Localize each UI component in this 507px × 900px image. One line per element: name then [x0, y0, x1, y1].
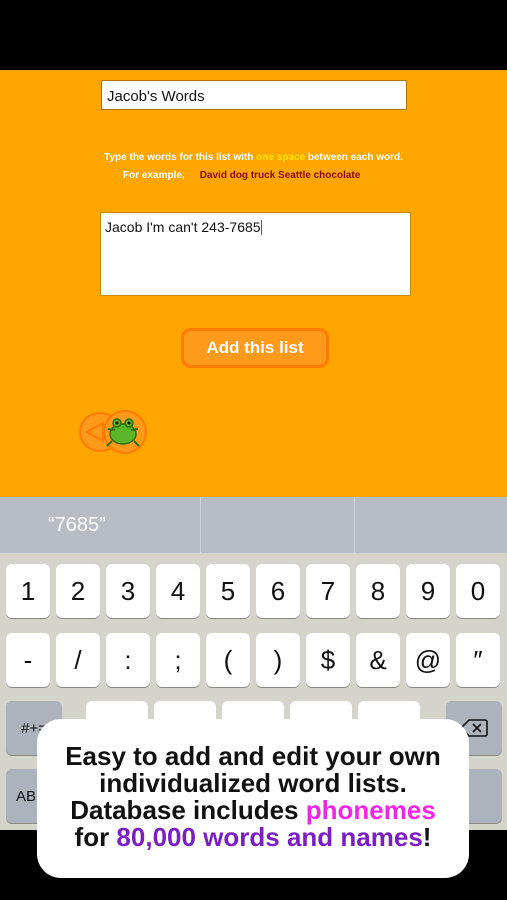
instructions-text: Type the words for this list with one sp… [0, 152, 507, 163]
keyboard-suggestion-bar: “7685” [0, 497, 507, 553]
add-list-button[interactable]: Add this list [181, 328, 329, 368]
back-button[interactable] [79, 408, 149, 456]
key-3[interactable]: 3 [106, 564, 150, 618]
key-9[interactable]: 9 [406, 564, 450, 618]
instructions-highlight: one space [256, 152, 306, 163]
key-1[interactable]: 1 [6, 564, 50, 618]
example-label: For example, [123, 170, 185, 181]
key-0[interactable]: 0 [456, 564, 500, 618]
example-text: For example, David dog truck Seattle choc… [123, 170, 360, 181]
key-7[interactable]: 7 [306, 564, 350, 618]
key-6[interactable]: 6 [256, 564, 300, 618]
promo-line-4: for 80,000 words and names! [47, 824, 459, 851]
promo-line-4-text: for [74, 822, 117, 852]
key-8[interactable]: 8 [356, 564, 400, 618]
key-5[interactable]: 5 [206, 564, 250, 618]
key-2[interactable]: 2 [56, 564, 100, 618]
suggestion-3[interactable] [355, 497, 507, 553]
key-close-paren[interactable]: ) [256, 633, 300, 687]
list-name-input[interactable]: Jacob's Words [101, 80, 407, 110]
promo-line-3-text: Database includes [70, 795, 306, 825]
text-caret [260, 220, 262, 235]
words-input-value: Jacob I'm can't 243-7685 [105, 219, 261, 235]
key-dollar[interactable]: $ [306, 633, 350, 687]
key-hyphen[interactable]: - [6, 633, 50, 687]
promo-line-1: Easy to add and edit your own [65, 741, 441, 771]
instructions-before: Type the words for this list with [104, 152, 257, 163]
top-status-bar [0, 0, 507, 70]
promo-banner: Easy to add and edit your own individual… [37, 719, 469, 878]
key-open-paren[interactable]: ( [206, 633, 250, 687]
suggestion-1[interactable]: “7685” [0, 497, 202, 553]
promo-line-4-end: ! [422, 822, 432, 852]
key-at[interactable]: @ [406, 633, 450, 687]
suggestion-2[interactable] [201, 497, 355, 553]
promo-line-2: individualized word lists. [99, 768, 407, 798]
key-4[interactable]: 4 [156, 564, 200, 618]
key-slash[interactable]: / [56, 633, 100, 687]
key-semicolon[interactable]: ; [156, 633, 200, 687]
example-words: David dog truck Seattle chocolate [199, 170, 361, 181]
key-quote[interactable]: ″ [456, 633, 500, 687]
key-colon[interactable]: : [106, 633, 150, 687]
key-ampersand[interactable]: & [356, 633, 400, 687]
word-list-editor: Jacob's Words Type the words for this li… [0, 70, 507, 497]
promo-line-3: Database includes phonemes [47, 797, 459, 824]
promo-highlight-count: 80,000 words and names [116, 822, 423, 852]
frog-back-icon [79, 410, 147, 454]
promo-highlight-phonemes: phonemes [305, 795, 436, 825]
words-input[interactable]: Jacob I'm can't 243-7685 [100, 212, 411, 296]
instructions-after: between each word. [305, 152, 403, 163]
